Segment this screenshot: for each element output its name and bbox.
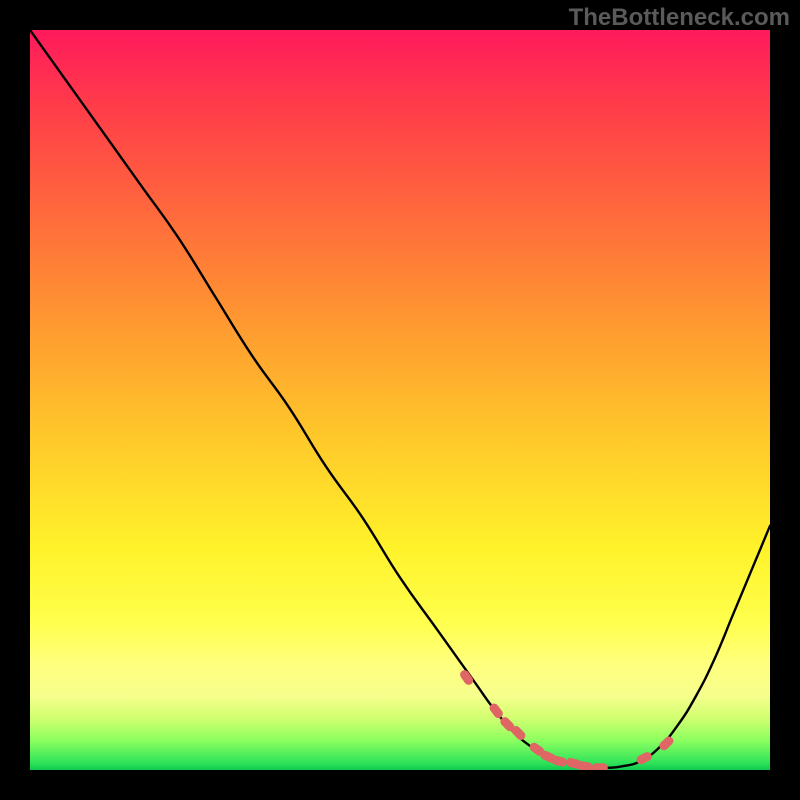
curve-svg: [30, 30, 770, 770]
minimum-markers-group: [458, 668, 675, 770]
chart-container: TheBottleneck.com: [0, 0, 800, 800]
plot-area: [30, 30, 770, 770]
minimum-marker: [576, 761, 593, 770]
watermark-text: TheBottleneck.com: [569, 4, 790, 32]
minimum-marker: [658, 735, 676, 753]
bottleneck-curve: [30, 30, 770, 768]
minimum-marker: [592, 763, 608, 770]
